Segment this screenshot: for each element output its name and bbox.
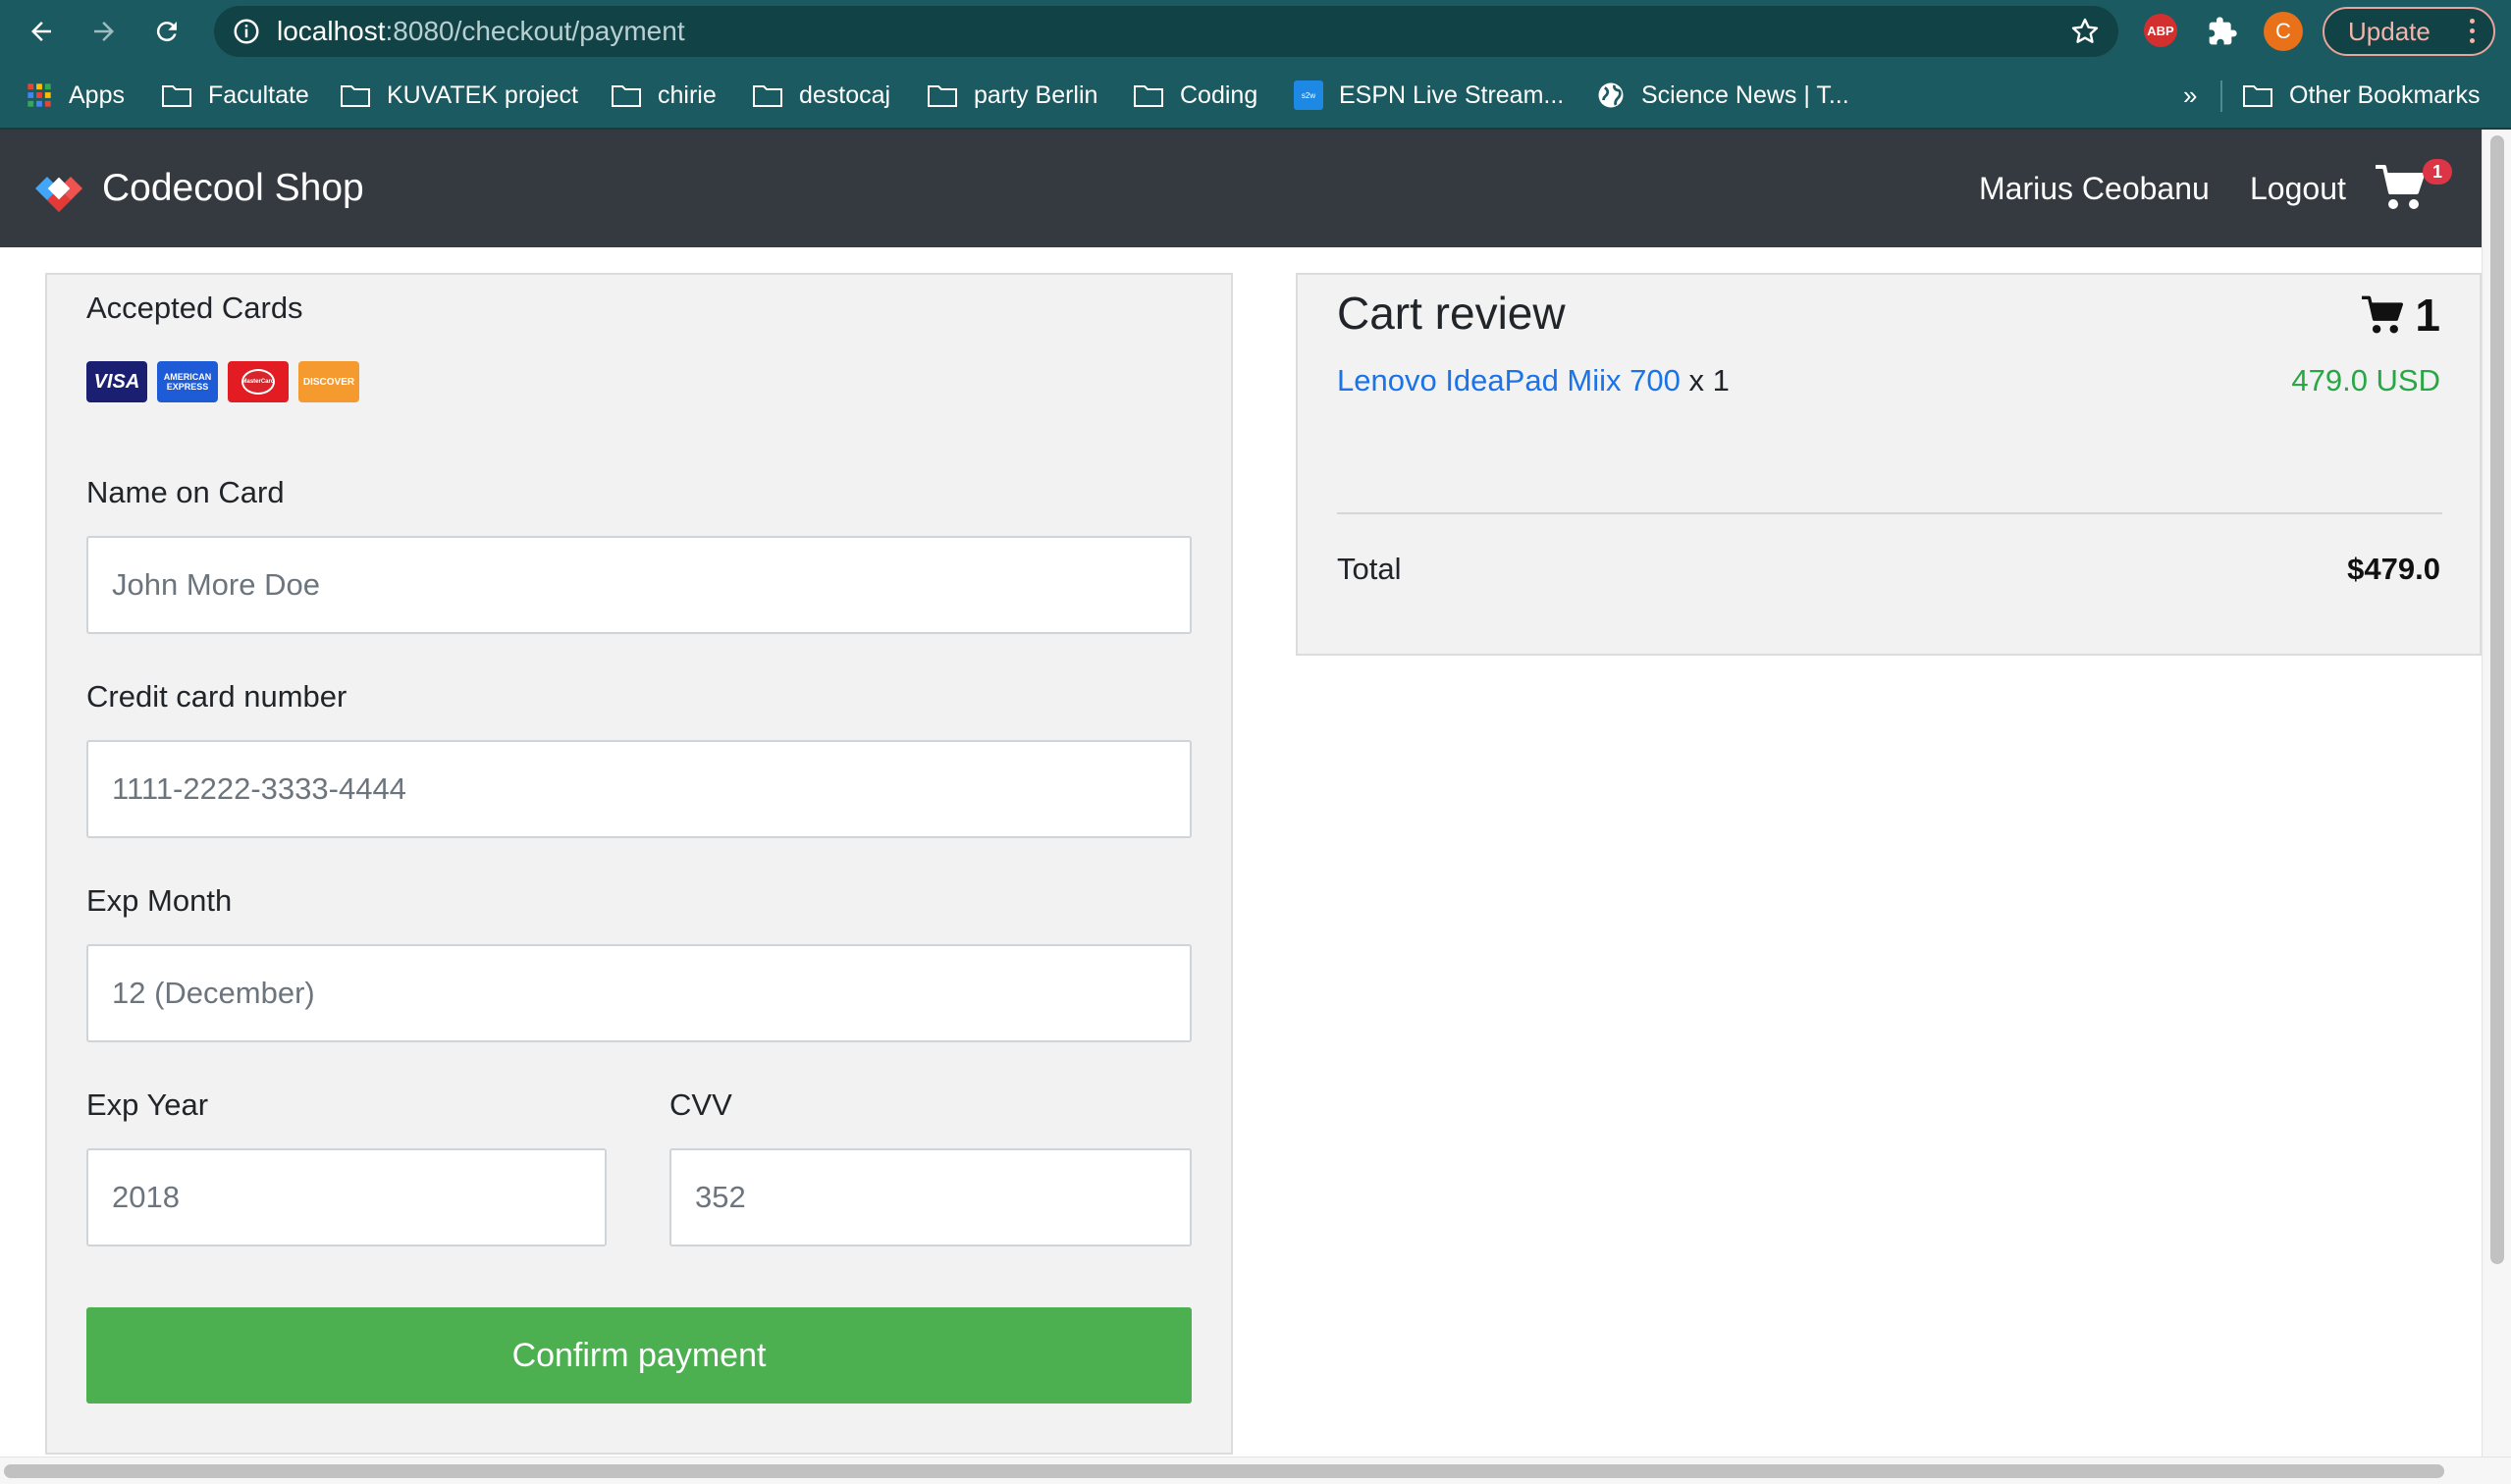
bookmark-label: Facultate	[208, 80, 309, 109]
bookmarks-divider	[2220, 80, 2222, 112]
brand-name: Codecool Shop	[102, 167, 364, 209]
cart-review-card: Cart review 1 Lenovo IdeaPad Miix 700 x …	[1296, 273, 2482, 656]
exp-year-input[interactable]: 2018	[86, 1148, 607, 1246]
name-on-card-label: Name on Card	[86, 475, 285, 509]
cart-review-count-value: 1	[2415, 290, 2440, 341]
cart-count-badge: 1	[2423, 159, 2452, 185]
bookmark-kuvatek-project[interactable]: KUVATEK project	[340, 63, 578, 128]
browser-toolbar: localhost:8080/checkout/payment ABP C Up…	[0, 0, 2511, 63]
bookmark-label: Coding	[1180, 80, 1258, 109]
discover-card-icon: DISCOVER	[298, 361, 359, 402]
logout-link[interactable]: Logout	[2250, 171, 2346, 207]
cart-review-count: 1	[2360, 289, 2440, 342]
bookmark-label: chirie	[658, 80, 717, 109]
folder-icon	[753, 85, 782, 107]
update-button[interactable]: Update	[2323, 7, 2495, 56]
bookmark-science-news[interactable]: Science News | T...	[1596, 63, 1849, 128]
back-button[interactable]	[20, 10, 63, 53]
update-label: Update	[2348, 16, 2431, 46]
url-text[interactable]: localhost:8080/checkout/payment	[277, 6, 685, 57]
credit-card-number-input[interactable]: 1111-2222-3333-4444	[86, 740, 1192, 838]
bookmark-label: Apps	[69, 80, 125, 109]
total-value: $479.0	[2347, 552, 2440, 586]
bookmark-label: Science News | T...	[1641, 80, 1849, 109]
bookmark-label: party Berlin	[974, 80, 1098, 109]
mastercard-card-icon: MasterCard	[228, 361, 289, 402]
profile-avatar[interactable]: C	[2264, 12, 2303, 51]
bookmark-coding[interactable]: Coding	[1133, 63, 1257, 128]
bookmark-chirie[interactable]: chirie	[611, 63, 717, 128]
arrow-right-icon	[94, 22, 114, 41]
bookmark-apps[interactable]: Apps	[26, 63, 125, 128]
url-host: localhost	[277, 16, 386, 46]
apps-grid-icon	[27, 83, 51, 107]
bookmark-party-berlin[interactable]: party Berlin	[927, 63, 1097, 128]
bookmark-label: Other Bookmarks	[2289, 80, 2481, 109]
cart-item-link[interactable]: Lenovo IdeaPad Miix 700	[1337, 363, 1681, 398]
cart-review-divider	[1337, 512, 2442, 514]
bookmarks-bar: Apps Facultate KUVATEK project chirie de…	[0, 63, 2511, 130]
bookmark-label: ESPN Live Stream...	[1339, 80, 1565, 109]
bookmark-label: destocaj	[799, 80, 891, 109]
bookmark-destocaj[interactable]: destocaj	[752, 63, 890, 128]
bookmark-facultate[interactable]: Facultate	[161, 63, 309, 128]
folder-icon	[612, 85, 641, 107]
codecool-logo-icon	[35, 165, 82, 212]
arrow-left-icon	[31, 22, 51, 41]
credit-card-number-label: Credit card number	[86, 679, 347, 714]
cart-review-title: Cart review	[1337, 288, 1566, 339]
bookmarks-overflow-button[interactable]: »	[2183, 63, 2197, 128]
payment-form-card: Accepted Cards VISA AMERICAN EXPRESS Mas…	[45, 273, 1233, 1455]
more-menu-icon[interactable]	[2470, 19, 2476, 46]
accepted-cards-row: VISA AMERICAN EXPRESS MasterCard DISCOVE…	[86, 361, 359, 402]
exp-year-label: Exp Year	[86, 1087, 209, 1122]
brand-link[interactable]: Codecool Shop	[31, 161, 364, 216]
folder-icon	[162, 85, 191, 107]
folder-icon	[341, 85, 370, 107]
cart-item-quantity: x 1	[1688, 363, 1730, 398]
name-on-card-input[interactable]: John More Doe	[86, 536, 1192, 634]
cart-item-row: Lenovo IdeaPad Miix 700 x 1	[1337, 363, 1730, 398]
user-name-link[interactable]: Marius Ceobanu	[1979, 171, 2210, 207]
bookmark-other-bookmarks[interactable]: Other Bookmarks	[2242, 63, 2481, 128]
total-label: Total	[1337, 552, 1402, 586]
shopping-cart-icon[interactable]	[2374, 163, 2427, 212]
site-favicon-icon: s2w	[1294, 80, 1323, 110]
cvv-input[interactable]: 352	[669, 1148, 1192, 1246]
horizontal-scrollbar[interactable]	[0, 1457, 2511, 1484]
folder-icon	[2243, 85, 2272, 107]
url-path: :8080/checkout/payment	[385, 16, 685, 46]
shopping-cart-icon	[2362, 295, 2404, 334]
exp-month-input[interactable]: 12 (December)	[86, 944, 1192, 1042]
folder-icon	[928, 85, 957, 107]
visa-card-icon: VISA	[86, 361, 147, 402]
site-navbar: Codecool Shop Marius Ceobanu Logout 1	[0, 130, 2482, 247]
horizontal-scrollbar-thumb[interactable]	[4, 1464, 2444, 1478]
address-bar[interactable]: localhost:8080/checkout/payment	[214, 6, 2118, 57]
extensions-puzzle-icon[interactable]	[2205, 14, 2240, 49]
cart-item-price: 479.0 USD	[2291, 363, 2440, 398]
cvv-label: CVV	[669, 1087, 732, 1122]
adblock-extension-icon[interactable]: ABP	[2144, 14, 2177, 47]
accepted-cards-label: Accepted Cards	[86, 291, 303, 325]
globe-icon	[1598, 82, 1624, 108]
forward-button[interactable]	[82, 10, 126, 53]
bookmark-espn-live-stream[interactable]: s2w ESPN Live Stream...	[1294, 63, 1564, 128]
confirm-payment-button[interactable]: Confirm payment	[86, 1307, 1192, 1404]
reload-button[interactable]	[145, 10, 188, 53]
amex-card-icon: AMERICAN EXPRESS	[157, 361, 218, 402]
bookmark-star-icon[interactable]	[2069, 16, 2101, 47]
bookmark-label: KUVATEK project	[387, 80, 578, 109]
folder-icon	[1134, 85, 1163, 107]
reload-icon	[156, 22, 177, 42]
vertical-scrollbar-thumb[interactable]	[2490, 135, 2504, 1264]
info-icon[interactable]	[232, 17, 261, 46]
mastercard-logo: MasterCard	[241, 369, 275, 395]
vertical-scrollbar[interactable]	[2482, 130, 2511, 1457]
exp-month-label: Exp Month	[86, 883, 233, 918]
